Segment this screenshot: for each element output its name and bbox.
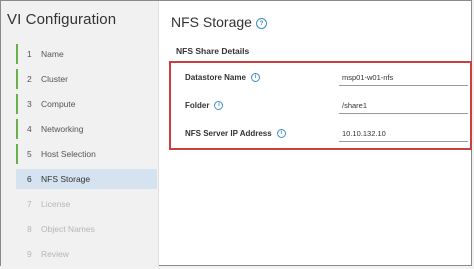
step-active-marker bbox=[16, 169, 18, 189]
field-label-row: NFS Server IP Address i bbox=[185, 129, 286, 139]
step-object-names: 8 Object Names bbox=[16, 219, 157, 239]
step-complete-marker bbox=[16, 119, 18, 139]
step-number: 4 bbox=[27, 124, 32, 134]
datastore-name-input[interactable] bbox=[339, 69, 468, 86]
step-nfs-storage[interactable]: 6 NFS Storage bbox=[16, 169, 157, 189]
step-number: 6 bbox=[27, 174, 32, 184]
info-icon[interactable]: i bbox=[276, 129, 286, 139]
step-label: Networking bbox=[41, 124, 84, 134]
step-label: Review bbox=[41, 249, 69, 259]
nfs-server-ip-row: NFS Server IP Address i bbox=[171, 125, 470, 145]
step-label: Object Names bbox=[41, 224, 95, 234]
step-label: Host Selection bbox=[41, 149, 96, 159]
step-name[interactable]: 1 Name bbox=[16, 44, 157, 64]
wizard-frame: VI Configuration 1 Name 2 Cluster 3 Comp… bbox=[0, 0, 472, 267]
wizard-content: NFS Storage? NFS Share Details Datastore… bbox=[161, 1, 472, 267]
step-number: 7 bbox=[27, 199, 32, 209]
step-compute[interactable]: 3 Compute bbox=[16, 94, 157, 114]
step-number: 8 bbox=[27, 224, 32, 234]
step-label: Cluster bbox=[41, 74, 68, 84]
info-icon[interactable]: i bbox=[214, 101, 224, 111]
step-networking[interactable]: 4 Networking bbox=[16, 119, 157, 139]
step-license: 7 License bbox=[16, 194, 157, 214]
info-icon[interactable]: i bbox=[250, 73, 260, 83]
step-number: 9 bbox=[27, 249, 32, 259]
step-review: 9 Review bbox=[16, 244, 157, 264]
folder-label: Folder bbox=[185, 101, 210, 110]
nfs-server-ip-label: NFS Server IP Address bbox=[185, 129, 272, 138]
step-number: 1 bbox=[27, 49, 32, 59]
section-title: NFS Share Details bbox=[176, 46, 250, 56]
step-number: 2 bbox=[27, 74, 32, 84]
step-cluster[interactable]: 2 Cluster bbox=[16, 69, 157, 89]
help-icon[interactable]: ? bbox=[255, 17, 267, 29]
step-number: 3 bbox=[27, 99, 32, 109]
datastore-name-row: Datastore Name i bbox=[171, 69, 470, 89]
step-complete-marker bbox=[16, 44, 18, 64]
step-complete-marker bbox=[16, 144, 18, 164]
step-label: Name bbox=[41, 49, 64, 59]
nfs-details-highlight: Datastore Namei Folderi NFS Server IP Ad… bbox=[169, 61, 472, 150]
step-label: License bbox=[41, 199, 71, 209]
step-complete-marker bbox=[16, 69, 18, 89]
folder-row: Folder i bbox=[171, 97, 470, 117]
step-number: 5 bbox=[27, 149, 32, 159]
step-label: Compute bbox=[41, 99, 76, 109]
datastore-name-label: Datastore Name bbox=[185, 73, 246, 82]
folder-input[interactable] bbox=[339, 97, 468, 114]
field-label-row: Folder i bbox=[185, 101, 224, 111]
wizard-title: VI Configuration bbox=[7, 11, 117, 28]
page-title: NFS Storage bbox=[171, 14, 252, 30]
step-complete-marker bbox=[16, 94, 18, 114]
step-host-selection[interactable]: 5 Host Selection bbox=[16, 144, 157, 164]
wizard-sidebar: VI Configuration 1 Name 2 Cluster 3 Comp… bbox=[1, 1, 159, 267]
page-title-row: NFS Storage? bbox=[171, 14, 267, 30]
field-label-row: Datastore Name i bbox=[185, 73, 260, 83]
nfs-server-ip-input[interactable] bbox=[339, 125, 468, 142]
step-label: NFS Storage bbox=[41, 174, 91, 184]
